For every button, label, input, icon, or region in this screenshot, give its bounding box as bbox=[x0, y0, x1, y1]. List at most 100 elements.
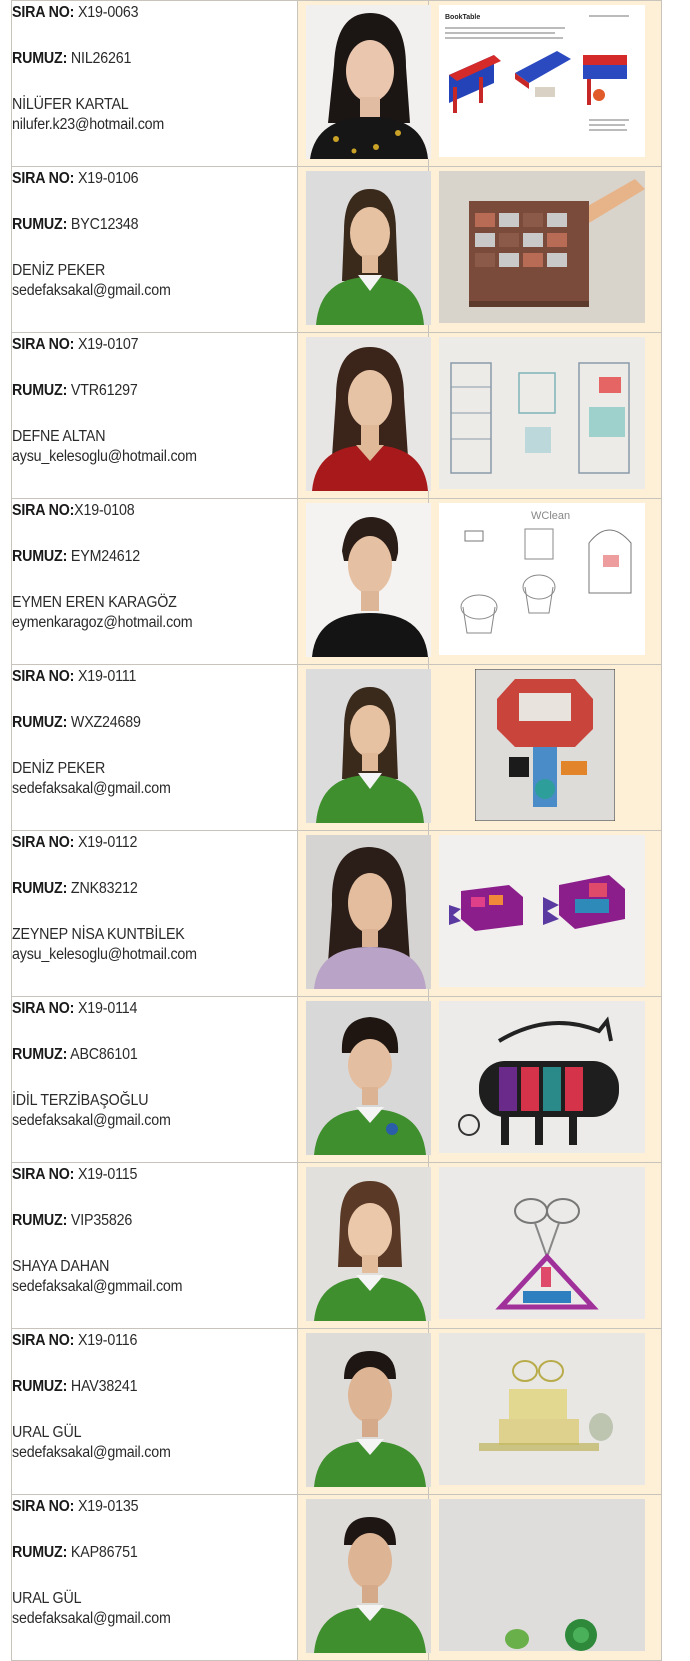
sira-no-line: SIRA NO: X19-0115 bbox=[12, 1165, 274, 1184]
sira-no-value: X19-0112 bbox=[77, 834, 138, 851]
rumuz-line: RUMUZ: ZNK83212 bbox=[12, 879, 274, 898]
student-photo bbox=[306, 337, 431, 491]
drawing-image bbox=[439, 1167, 645, 1319]
rumuz-label: RUMUZ: bbox=[12, 50, 68, 67]
drawing-image bbox=[439, 1001, 645, 1153]
entries-table: SIRA NO: X19-0063 RUMUZ: NIL26261 NİLÜFE… bbox=[11, 0, 662, 1661]
sira-no-label: SIRA NO: bbox=[12, 336, 75, 353]
student-name: SHAYA DAHAN bbox=[12, 1258, 110, 1275]
sira-no-label: SIRA NO: bbox=[12, 834, 75, 851]
drawing-image bbox=[439, 171, 645, 323]
sira-no-value: X19-0063 bbox=[77, 4, 139, 21]
contact-email: sedefaksakal@gmail.com bbox=[12, 1112, 171, 1129]
student-photo-cell bbox=[297, 830, 431, 997]
sira-no-value: X19-0135 bbox=[77, 1498, 139, 1515]
rumuz-value: ABC86101 bbox=[70, 1046, 138, 1063]
drawing-image bbox=[439, 1499, 645, 1651]
student-name: DENİZ PEKER bbox=[12, 760, 106, 777]
contact-email: sedefaksakal@gmail.com bbox=[12, 282, 171, 299]
student-photo bbox=[306, 5, 431, 159]
sira-no-line: SIRA NO: X19-0114 bbox=[12, 999, 274, 1018]
student-name: URAL GÜL bbox=[12, 1424, 82, 1441]
contact-email: sedefaksakal@gmail.com bbox=[12, 780, 171, 797]
sira-no-line: SIRA NO: X19-0063 bbox=[12, 3, 274, 22]
table-row: SIRA NO: X19-0135 RUMUZ: KAP86751 URAL G… bbox=[11, 1494, 662, 1661]
entry-info-cell: SIRA NO: X19-0115 RUMUZ: VIP35826 SHAYA … bbox=[11, 1162, 298, 1329]
entry-info-cell: SIRA NO: X19-0106 RUMUZ: BYC12348 DENİZ … bbox=[11, 166, 298, 333]
drawing-title-text: WClean bbox=[531, 510, 570, 522]
rumuz-value: VTR61297 bbox=[70, 382, 138, 399]
student-photo-cell bbox=[297, 498, 431, 665]
entry-info-cell: SIRA NO: X19-0116 RUMUZ: HAV38241 URAL G… bbox=[11, 1328, 298, 1495]
student-photo-cell bbox=[297, 664, 431, 831]
rumuz-value: EYM24612 bbox=[70, 548, 141, 565]
sira-no-value: X19-0107 bbox=[77, 336, 139, 353]
rumuz-line: RUMUZ: NIL26261 bbox=[12, 49, 274, 68]
student-photo bbox=[306, 1167, 431, 1321]
student-photo-cell bbox=[297, 166, 431, 333]
student-photo-cell bbox=[297, 332, 431, 499]
sira-no-line: SIRA NO: X19-0111 bbox=[12, 667, 274, 686]
rumuz-label: RUMUZ: bbox=[12, 1046, 68, 1063]
sira-no-label: SIRA NO: bbox=[12, 1498, 75, 1515]
entry-info-cell: SIRA NO: X19-0112 RUMUZ: ZNK83212 ZEYNEP… bbox=[11, 830, 298, 997]
entry-info-cell: SIRA NO: X19-0111 RUMUZ: WXZ24689 DENİZ … bbox=[11, 664, 298, 831]
student-name: ZEYNEP NİSA KUNTBİLEK bbox=[12, 926, 185, 943]
drawing-image bbox=[439, 835, 645, 987]
contact-email: sedefaksakal@gmail.com bbox=[12, 1610, 171, 1627]
sira-no-label: SIRA NO: bbox=[12, 170, 75, 187]
student-name: URAL GÜL bbox=[12, 1590, 82, 1607]
table-row: SIRA NO: X19-0111 RUMUZ: WXZ24689 DENİZ … bbox=[11, 664, 662, 831]
rumuz-value: VIP35826 bbox=[70, 1212, 133, 1229]
sira-no-value: X19-0111 bbox=[77, 668, 137, 685]
student-name: EYMEN EREN KARAGÖZ bbox=[12, 594, 177, 611]
sira-no-line: SIRA NO: X19-0112 bbox=[12, 833, 274, 852]
drawing-image bbox=[475, 669, 615, 821]
table-row: SIRA NO: X19-0112 RUMUZ: ZNK83212 ZEYNEP… bbox=[11, 830, 662, 997]
drawing-image: WClean bbox=[439, 503, 645, 655]
drawing-cell bbox=[428, 332, 662, 499]
student-photo-cell bbox=[297, 1494, 431, 1661]
rumuz-value: KAP86751 bbox=[70, 1544, 138, 1561]
rumuz-label: RUMUZ: bbox=[12, 216, 68, 233]
student-photo-cell bbox=[297, 996, 431, 1163]
student-photo-cell bbox=[297, 1328, 431, 1495]
rumuz-line: RUMUZ: VTR61297 bbox=[12, 381, 274, 400]
drawing-cell bbox=[428, 664, 662, 831]
table-row: SIRA NO: X19-0063 RUMUZ: NIL26261 NİLÜFE… bbox=[11, 0, 662, 167]
entry-info-cell: SIRA NO: X19-0135 RUMUZ: KAP86751 URAL G… bbox=[11, 1494, 298, 1661]
rumuz-value: NIL26261 bbox=[70, 50, 132, 67]
contact-email: aysu_kelesoglu@hotmail.com bbox=[12, 946, 197, 963]
student-name: DEFNE ALTAN bbox=[12, 428, 106, 445]
student-photo-cell bbox=[297, 1162, 431, 1329]
sira-no-label: SIRA NO: bbox=[12, 1332, 75, 1349]
sira-no-label: SIRA NO: bbox=[12, 502, 75, 519]
rumuz-line: RUMUZ: WXZ24689 bbox=[12, 713, 274, 732]
table-row: SIRA NO:X19-0108 RUMUZ: EYM24612 EYMEN E… bbox=[11, 498, 662, 665]
entry-info-cell: SIRA NO:X19-0108 RUMUZ: EYM24612 EYMEN E… bbox=[11, 498, 298, 665]
sira-no-label: SIRA NO: bbox=[12, 1166, 75, 1183]
student-photo bbox=[306, 503, 431, 657]
table-row: SIRA NO: X19-0106 RUMUZ: BYC12348 DENİZ … bbox=[11, 166, 662, 333]
student-name: DENİZ PEKER bbox=[12, 262, 106, 279]
rumuz-line: RUMUZ: EYM24612 bbox=[12, 547, 274, 566]
rumuz-line: RUMUZ: KAP86751 bbox=[12, 1543, 274, 1562]
rumuz-value: BYC12348 bbox=[70, 216, 139, 233]
contact-email: nilufer.k23@hotmail.com bbox=[12, 116, 165, 133]
drawing-image bbox=[439, 1333, 645, 1485]
student-name: İDİL TERZİBAŞOĞLU bbox=[12, 1092, 149, 1109]
contact-email: eymenkaragoz@hotmail.com bbox=[12, 614, 193, 631]
drawing-image bbox=[439, 337, 645, 489]
sira-no-label: SIRA NO: bbox=[12, 668, 75, 685]
rumuz-label: RUMUZ: bbox=[12, 548, 68, 565]
sira-no-value: X19-0106 bbox=[77, 170, 139, 187]
student-name: NİLÜFER KARTAL bbox=[12, 96, 129, 113]
sira-no-line: SIRA NO: X19-0106 bbox=[12, 169, 274, 188]
sira-no-line: SIRA NO: X19-0116 bbox=[12, 1331, 274, 1350]
sira-no-label: SIRA NO: bbox=[12, 1000, 75, 1017]
rumuz-label: RUMUZ: bbox=[12, 382, 68, 399]
rumuz-label: RUMUZ: bbox=[12, 1212, 68, 1229]
drawing-image: BookTable bbox=[439, 5, 645, 157]
student-photo bbox=[306, 1499, 431, 1653]
drawing-cell: WClean bbox=[428, 498, 662, 665]
